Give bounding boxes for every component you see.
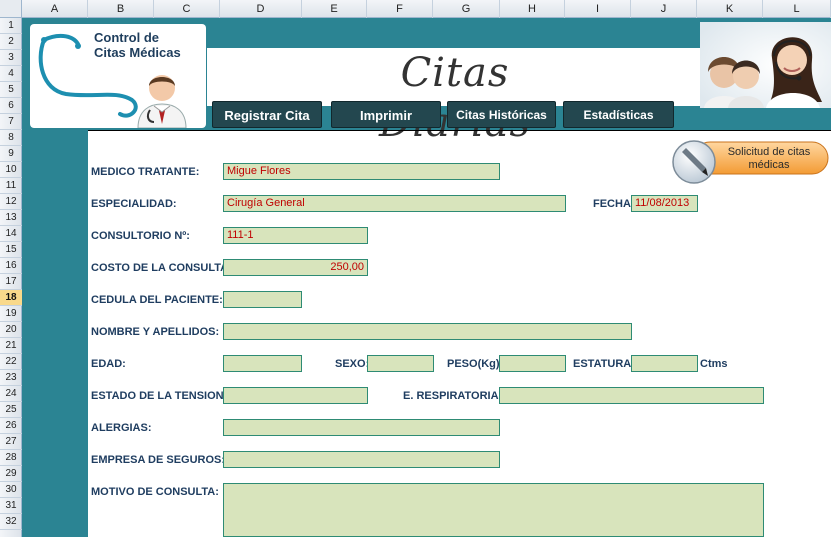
row-header[interactable]: 30 [0, 482, 22, 498]
row-header[interactable]: 7 [0, 114, 22, 130]
nombre-field[interactable] [223, 323, 632, 340]
peso-field[interactable] [499, 355, 566, 372]
column-header[interactable]: J [631, 0, 697, 18]
alergias-field[interactable] [223, 419, 500, 436]
estatura-field[interactable] [631, 355, 698, 372]
doctor-icon [137, 75, 187, 128]
row-header[interactable]: 4 [0, 66, 22, 82]
imprimir-button[interactable]: Imprimir [331, 101, 441, 128]
headset-operators-photo [700, 22, 831, 108]
tension-field[interactable] [223, 387, 368, 404]
row-header[interactable]: 19 [0, 306, 22, 322]
row-header[interactable]: 32 [0, 514, 22, 530]
costo-field[interactable]: 250,00 [223, 259, 368, 276]
row-header[interactable]: 9 [0, 146, 22, 162]
solicitud-line1: Solicitud de citas [727, 146, 811, 158]
solicitud-line2: médicas [748, 159, 790, 171]
row-header[interactable]: 3 [0, 50, 22, 66]
column-header[interactable]: F [367, 0, 433, 18]
row-header[interactable]: 11 [0, 178, 22, 194]
registrar-cita-button[interactable]: Registrar Cita [212, 101, 322, 128]
sexo-field[interactable] [367, 355, 434, 372]
column-header[interactable]: E [302, 0, 367, 18]
alergias-label: ALERGIAS: [91, 422, 152, 434]
row-headers: 1 2 3 4 5 6 7 8 9 10 11 12 13 14 15 16 17 18 19 20 21 22 23 24 2… [0, 18, 22, 537]
column-header[interactable]: H [500, 0, 565, 18]
medico-field[interactable]: Migue Flores [223, 163, 500, 180]
medico-label: MEDICO TRATANTE: [91, 166, 200, 178]
especialidad-label: ESPECIALIDAD: [91, 198, 177, 210]
column-header[interactable]: I [565, 0, 631, 18]
seguros-field[interactable] [223, 451, 500, 468]
logo-line2: Citas Médicas [94, 45, 181, 60]
row-header[interactable]: 28 [0, 450, 22, 466]
row-header[interactable]: 8 [0, 130, 22, 146]
row-header[interactable]: 26 [0, 418, 22, 434]
consultorio-label: CONSULTORIO Nº: [91, 230, 190, 242]
row-header[interactable]: 17 [0, 274, 22, 290]
column-header[interactable]: A [22, 0, 88, 18]
row-header[interactable]: 5 [0, 82, 22, 98]
respiratorias-label: E. RESPIRATORIAS: [403, 390, 510, 402]
estatura-label: ESTATURA: [573, 358, 635, 370]
fecha-field[interactable]: 11/08/2013 [631, 195, 698, 212]
estadisticas-button[interactable]: Estadísticas [563, 101, 674, 128]
nombre-label: NOMBRE Y APELLIDOS: [91, 326, 220, 338]
select-all-corner[interactable] [0, 0, 22, 18]
row-header[interactable]: 22 [0, 354, 22, 370]
row-header[interactable]: 20 [0, 322, 22, 338]
fecha-label: FECHA: [593, 198, 635, 210]
row-header[interactable]: 2 [0, 34, 22, 50]
logo-line1: Control de [94, 30, 159, 45]
row-header[interactable]: 16 [0, 258, 22, 274]
seguros-label: EMPRESA DE SEGUROS: [91, 454, 226, 466]
row-header[interactable]: 13 [0, 210, 22, 226]
row-header[interactable]: 29 [0, 466, 22, 482]
page-title: Citas Diarias [379, 50, 530, 146]
column-header[interactable]: G [433, 0, 500, 18]
consultorio-field[interactable]: 111-1 [223, 227, 368, 244]
row-header[interactable]: 1 [0, 18, 22, 34]
row-header[interactable]: 10 [0, 162, 22, 178]
logo-text: Control de Citas Médicas [94, 30, 206, 60]
row-header[interactable]: 27 [0, 434, 22, 450]
row-header[interactable]: 25 [0, 402, 22, 418]
row-header[interactable]: 24 [0, 386, 22, 402]
estatura-unit: Ctms [700, 358, 728, 370]
solicitud-citas-label: Solicitud de citas médicas [716, 146, 822, 172]
motivo-label: MOTIVO DE CONSULTA: [91, 486, 219, 498]
cedula-field[interactable] [223, 291, 302, 308]
motivo-field[interactable] [223, 483, 764, 537]
column-header[interactable]: C [154, 0, 220, 18]
column-header[interactable]: D [220, 0, 302, 18]
especialidad-field[interactable]: Cirugía General [223, 195, 566, 212]
row-header[interactable]: 18 [0, 290, 22, 306]
row-header[interactable]: 15 [0, 242, 22, 258]
row-header[interactable]: 12 [0, 194, 22, 210]
sexo-label: SEXO: [335, 358, 370, 370]
row-header[interactable]: 31 [0, 498, 22, 514]
column-header[interactable]: L [763, 0, 831, 18]
column-header[interactable]: B [88, 0, 154, 18]
column-header[interactable]: K [697, 0, 763, 18]
peso-label: PESO(Kg): [447, 358, 504, 370]
tension-label: ESTADO DE LA TENSION: [91, 390, 228, 402]
row-header[interactable]: 23 [0, 370, 22, 386]
row-header[interactable]: 14 [0, 226, 22, 242]
edad-field[interactable] [223, 355, 302, 372]
row-header[interactable]: 6 [0, 98, 22, 114]
divider [88, 130, 831, 131]
costo-label: COSTO DE LA CONSULTA: [91, 262, 232, 274]
column-headers: ABCDEFGHIJKL [0, 0, 831, 18]
cedula-label: CEDULA DEL PACIENTE: [91, 294, 223, 306]
citas-historicas-button[interactable]: Citas Históricas [447, 101, 556, 128]
left-band [22, 130, 88, 537]
respiratorias-field[interactable] [499, 387, 764, 404]
row-header[interactable]: 21 [0, 338, 22, 354]
edad-label: EDAD: [91, 358, 126, 370]
